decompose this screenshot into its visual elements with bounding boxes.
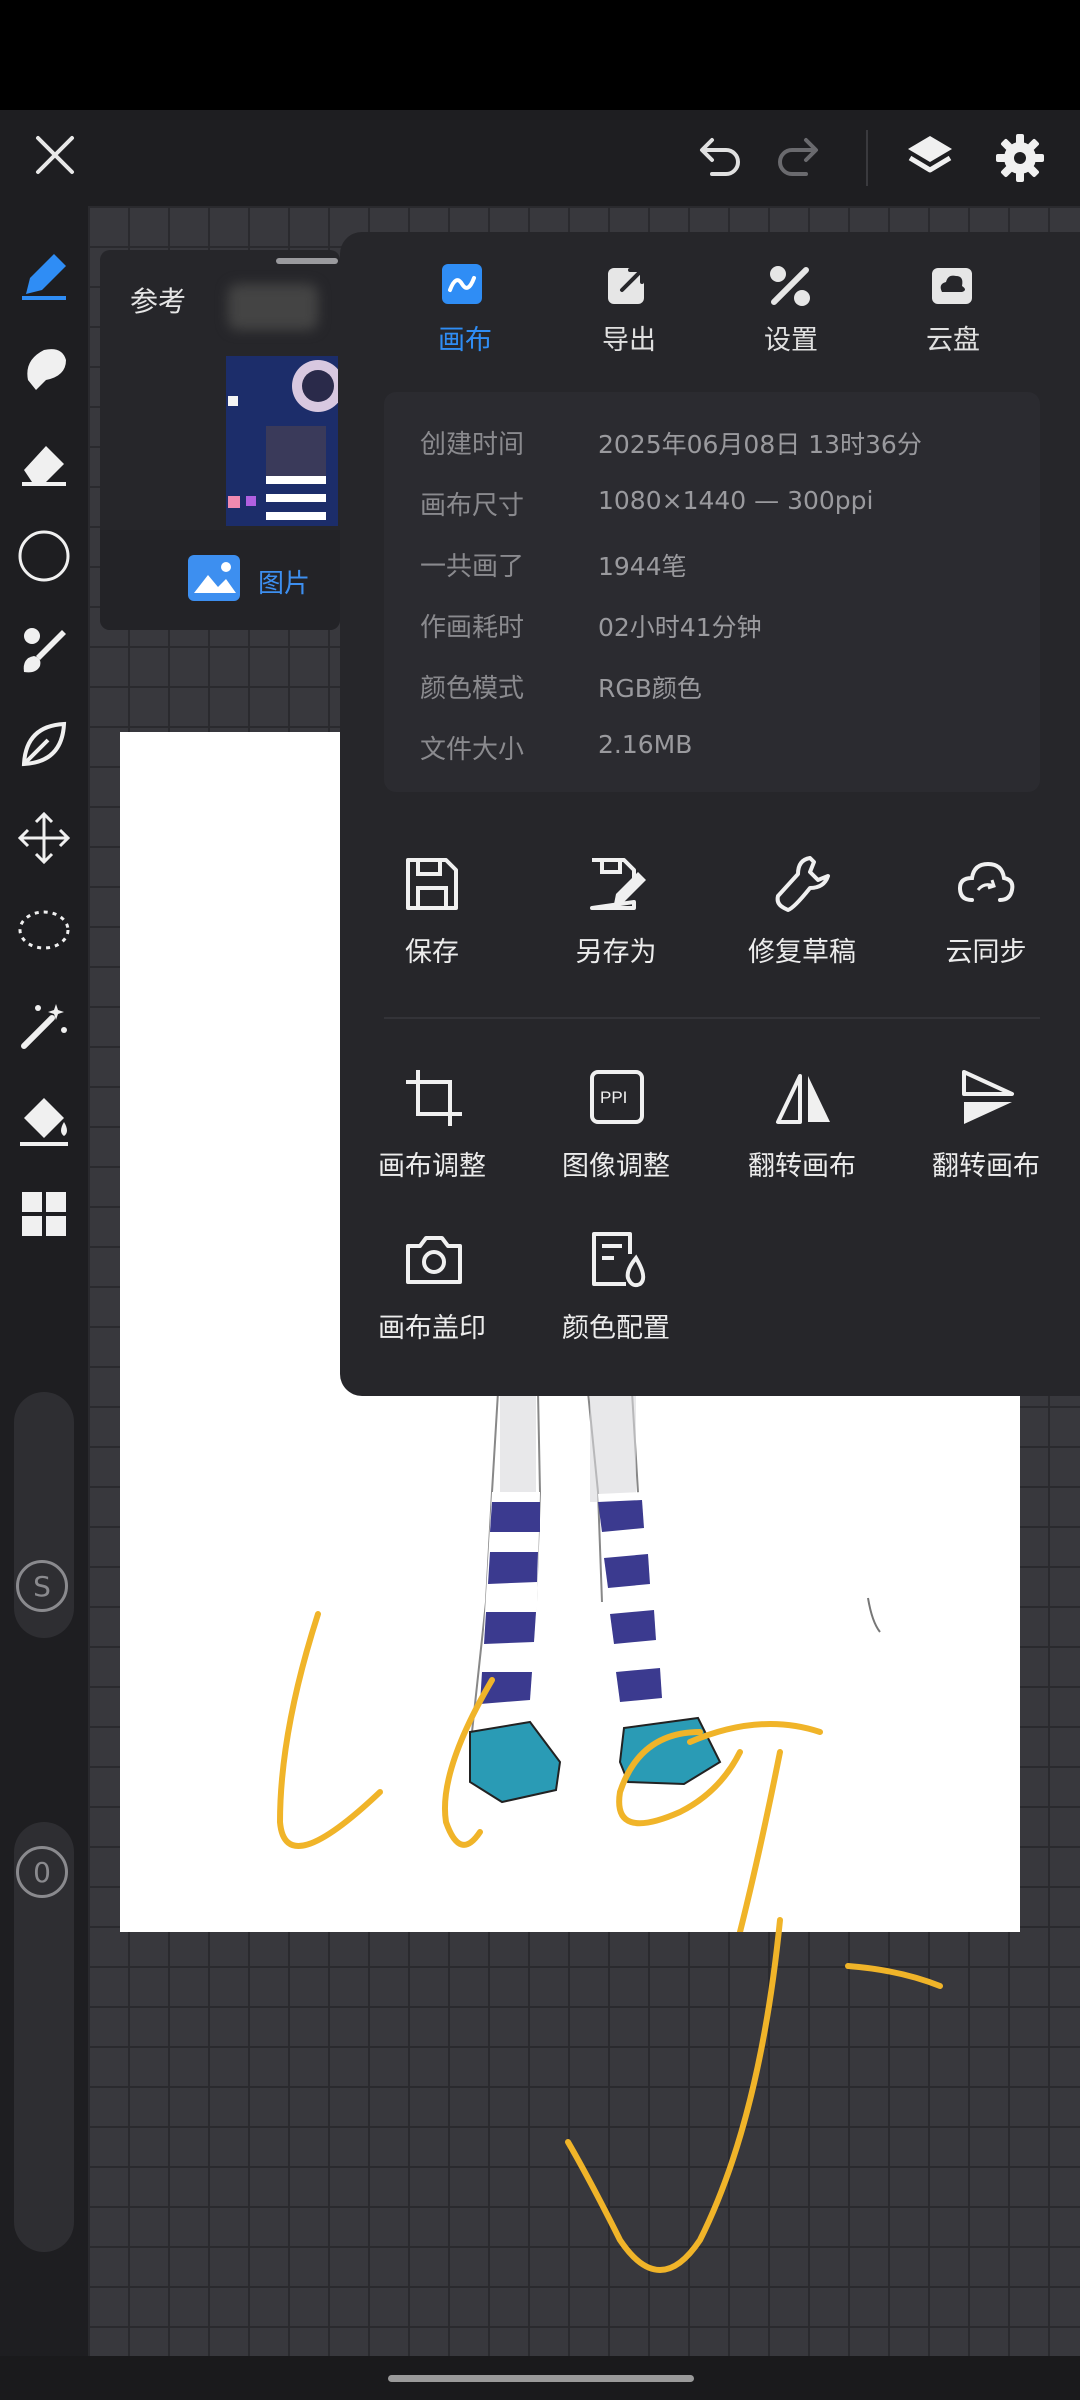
flip-vertical-icon[interactable]: [956, 1066, 1020, 1130]
color-profile-icon[interactable]: [586, 1228, 650, 1292]
reference-thumbnail[interactable]: [226, 356, 338, 526]
tab-settings[interactable]: 设置: [731, 318, 851, 357]
bucket-icon[interactable]: [12, 1088, 76, 1152]
drag-handle[interactable]: [276, 258, 338, 264]
grid-icon[interactable]: [12, 1182, 76, 1246]
info-label: 一共画了: [420, 552, 525, 582]
left-toolbar: S 0: [0, 206, 88, 2400]
cloud-sync-icon[interactable]: [954, 852, 1018, 916]
crop-icon[interactable]: [402, 1066, 466, 1130]
magic-wand-icon[interactable]: [12, 994, 76, 1058]
camera-icon[interactable]: [402, 1228, 466, 1292]
flip-canvas-vertical-button[interactable]: 翻转画布: [896, 1144, 1076, 1183]
info-value: 2025年06月08日 13时36分: [598, 430, 922, 459]
canvas-icon: [438, 262, 494, 314]
flip-canvas-horizontal-button[interactable]: 翻转画布: [712, 1144, 892, 1183]
info-label: 文件大小: [420, 735, 525, 765]
menu-divider: [384, 1017, 1040, 1019]
opacity-slider-label: 0: [33, 1855, 51, 1889]
lasso-icon[interactable]: [12, 900, 76, 964]
ppi-icon-text: PPI: [600, 1088, 628, 1107]
tab-cloud-disk[interactable]: 云盘: [893, 318, 1013, 357]
export-icon: [604, 262, 652, 314]
move-icon[interactable]: [12, 806, 76, 870]
size-slider-thumb[interactable]: S: [16, 1560, 68, 1612]
tab-canvas[interactable]: 画布: [405, 318, 525, 357]
save-button[interactable]: 保存: [342, 930, 522, 969]
reference-title: 参考: [130, 285, 187, 318]
reference-image-label: 图片: [258, 569, 311, 599]
canvas-adjust-button[interactable]: 画布调整: [342, 1144, 522, 1183]
leaf-icon[interactable]: [12, 712, 76, 776]
cloud-sync-button[interactable]: 云同步: [896, 930, 1076, 969]
info-value: 1080×1440 — 300ppi: [598, 486, 874, 515]
info-value: RGB颜色: [598, 674, 702, 703]
info-label: 颜色模式: [420, 674, 525, 704]
color-profile-button[interactable]: 颜色配置: [526, 1306, 706, 1345]
opacity-slider-thumb[interactable]: 0: [16, 1846, 68, 1898]
tools-icon: [766, 262, 814, 314]
repair-draft-button[interactable]: 修复草稿: [712, 930, 892, 969]
paint-brush-icon[interactable]: [12, 618, 76, 682]
cloud-disk-icon: [928, 262, 976, 314]
canvas-stamp-button[interactable]: 画布盖印: [342, 1306, 522, 1345]
save-icon[interactable]: [400, 852, 464, 916]
image-icon: [186, 553, 242, 607]
home-indicator[interactable]: [388, 2375, 694, 2382]
pen-tool-icon[interactable]: [12, 242, 76, 306]
blurred-avatar: [228, 284, 318, 330]
ppi-icon[interactable]: PPI: [586, 1066, 650, 1130]
circle-icon[interactable]: [12, 524, 76, 588]
info-value: 1944笔: [598, 552, 687, 581]
flip-horizontal-icon[interactable]: [772, 1066, 836, 1130]
tab-export[interactable]: 导出: [569, 318, 689, 357]
smudge-icon[interactable]: [12, 336, 76, 400]
info-value: 02小时41分钟: [598, 613, 762, 642]
size-slider-label: S: [33, 1569, 51, 1603]
info-label: 作画耗时: [420, 613, 525, 643]
eraser-icon[interactable]: [12, 430, 76, 494]
info-value: 2.16MB: [598, 730, 693, 759]
wrench-icon[interactable]: [770, 852, 834, 916]
info-label: 画布尺寸: [420, 491, 525, 521]
info-label: 创建时间: [420, 430, 525, 460]
save-as-icon[interactable]: [584, 852, 648, 916]
save-as-button[interactable]: 另存为: [526, 930, 706, 969]
image-adjust-button[interactable]: 图像调整: [526, 1144, 706, 1183]
